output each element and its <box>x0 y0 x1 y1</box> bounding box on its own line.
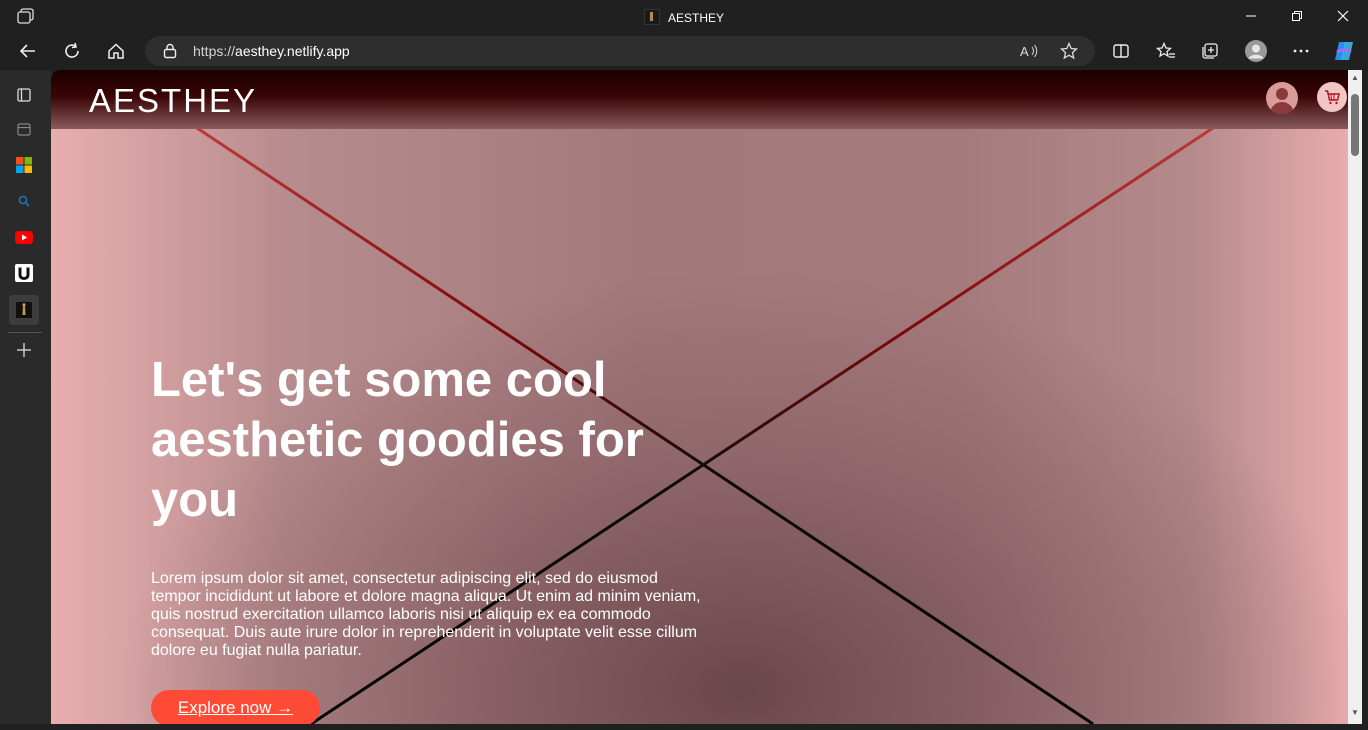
svg-text:A: A <box>1020 44 1029 59</box>
site-logo[interactable]: AESTHEY <box>89 82 257 120</box>
address-bar[interactable]: https://aesthey.netlify.app A <box>145 36 1095 66</box>
collections-button[interactable] <box>1193 34 1227 68</box>
favorites-icon <box>1156 42 1175 58</box>
add-icon[interactable] <box>10 336 38 364</box>
title-bar: AESTHEY <box>0 0 1368 32</box>
refresh-icon <box>65 42 79 58</box>
close-icon <box>1337 10 1349 22</box>
copilot-button[interactable] <box>1327 34 1361 68</box>
explore-now-button[interactable]: Explore now → <box>151 690 320 724</box>
refresh-button[interactable] <box>55 34 89 68</box>
site-favicon-icon <box>643 9 660 25</box>
split-screen-icon <box>1113 44 1129 58</box>
split-screen-button[interactable] <box>1104 34 1138 68</box>
page-scrollbar[interactable]: ▲ ▼ <box>1348 70 1362 724</box>
tab-icon[interactable] <box>10 81 38 109</box>
scrollbar-thumb[interactable] <box>1351 94 1359 156</box>
home-icon <box>108 43 124 59</box>
read-aloud-icon[interactable]: A <box>1019 41 1039 61</box>
sidebar-divider <box>8 332 42 333</box>
youtube-icon[interactable] <box>10 223 38 251</box>
more-icon <box>1293 49 1309 53</box>
favorite-star-icon[interactable] <box>1059 41 1079 61</box>
more-button[interactable] <box>1284 34 1318 68</box>
hero-title: Let's get some cool aesthetic goodies fo… <box>151 353 644 527</box>
browser-sidebar <box>0 70 51 730</box>
user-avatar-icon[interactable] <box>1266 82 1298 114</box>
favorites-button[interactable] <box>1149 34 1183 68</box>
aesthey-tab-icon[interactable] <box>9 295 39 325</box>
minimize-icon <box>1246 15 1256 17</box>
restore-button[interactable] <box>1274 0 1320 32</box>
microsoft-icon[interactable] <box>10 151 38 179</box>
hero-description: Lorem ipsum dolor sit amet, consectetur … <box>151 570 701 659</box>
window-title: AESTHEY <box>0 9 1368 25</box>
restore-icon <box>1292 11 1302 21</box>
home-button[interactable] <box>99 34 133 68</box>
window-bottom-edge <box>0 724 1368 730</box>
url-host: aesthey.netlify.app <box>235 43 350 59</box>
back-icon <box>19 44 35 58</box>
page-viewport: AESTHEY Let's get some cool aesthetic go… <box>51 70 1348 724</box>
lock-icon[interactable] <box>163 43 177 64</box>
copilot-icon <box>1335 42 1353 60</box>
u-icon[interactable] <box>10 259 38 287</box>
scroll-down-icon[interactable]: ▼ <box>1350 708 1360 718</box>
minimize-button[interactable] <box>1228 0 1274 32</box>
back-button[interactable] <box>11 34 45 68</box>
profile-icon <box>1245 40 1267 62</box>
search-icon[interactable] <box>10 187 38 215</box>
url-scheme: https:// <box>193 43 236 59</box>
window-title-text: AESTHEY <box>667 11 724 25</box>
profile-button[interactable] <box>1239 34 1273 68</box>
scroll-up-icon[interactable]: ▲ <box>1350 73 1360 83</box>
cart-icon[interactable] <box>1317 82 1347 112</box>
calendar-icon[interactable] <box>10 115 38 143</box>
site-header: AESTHEY <box>51 70 1348 129</box>
collections-icon <box>1202 43 1218 59</box>
address-url[interactable]: https://aesthey.netlify.app <box>193 43 350 59</box>
close-button[interactable] <box>1320 0 1366 32</box>
browser-toolbar: https://aesthey.netlify.app A <box>0 32 1368 70</box>
